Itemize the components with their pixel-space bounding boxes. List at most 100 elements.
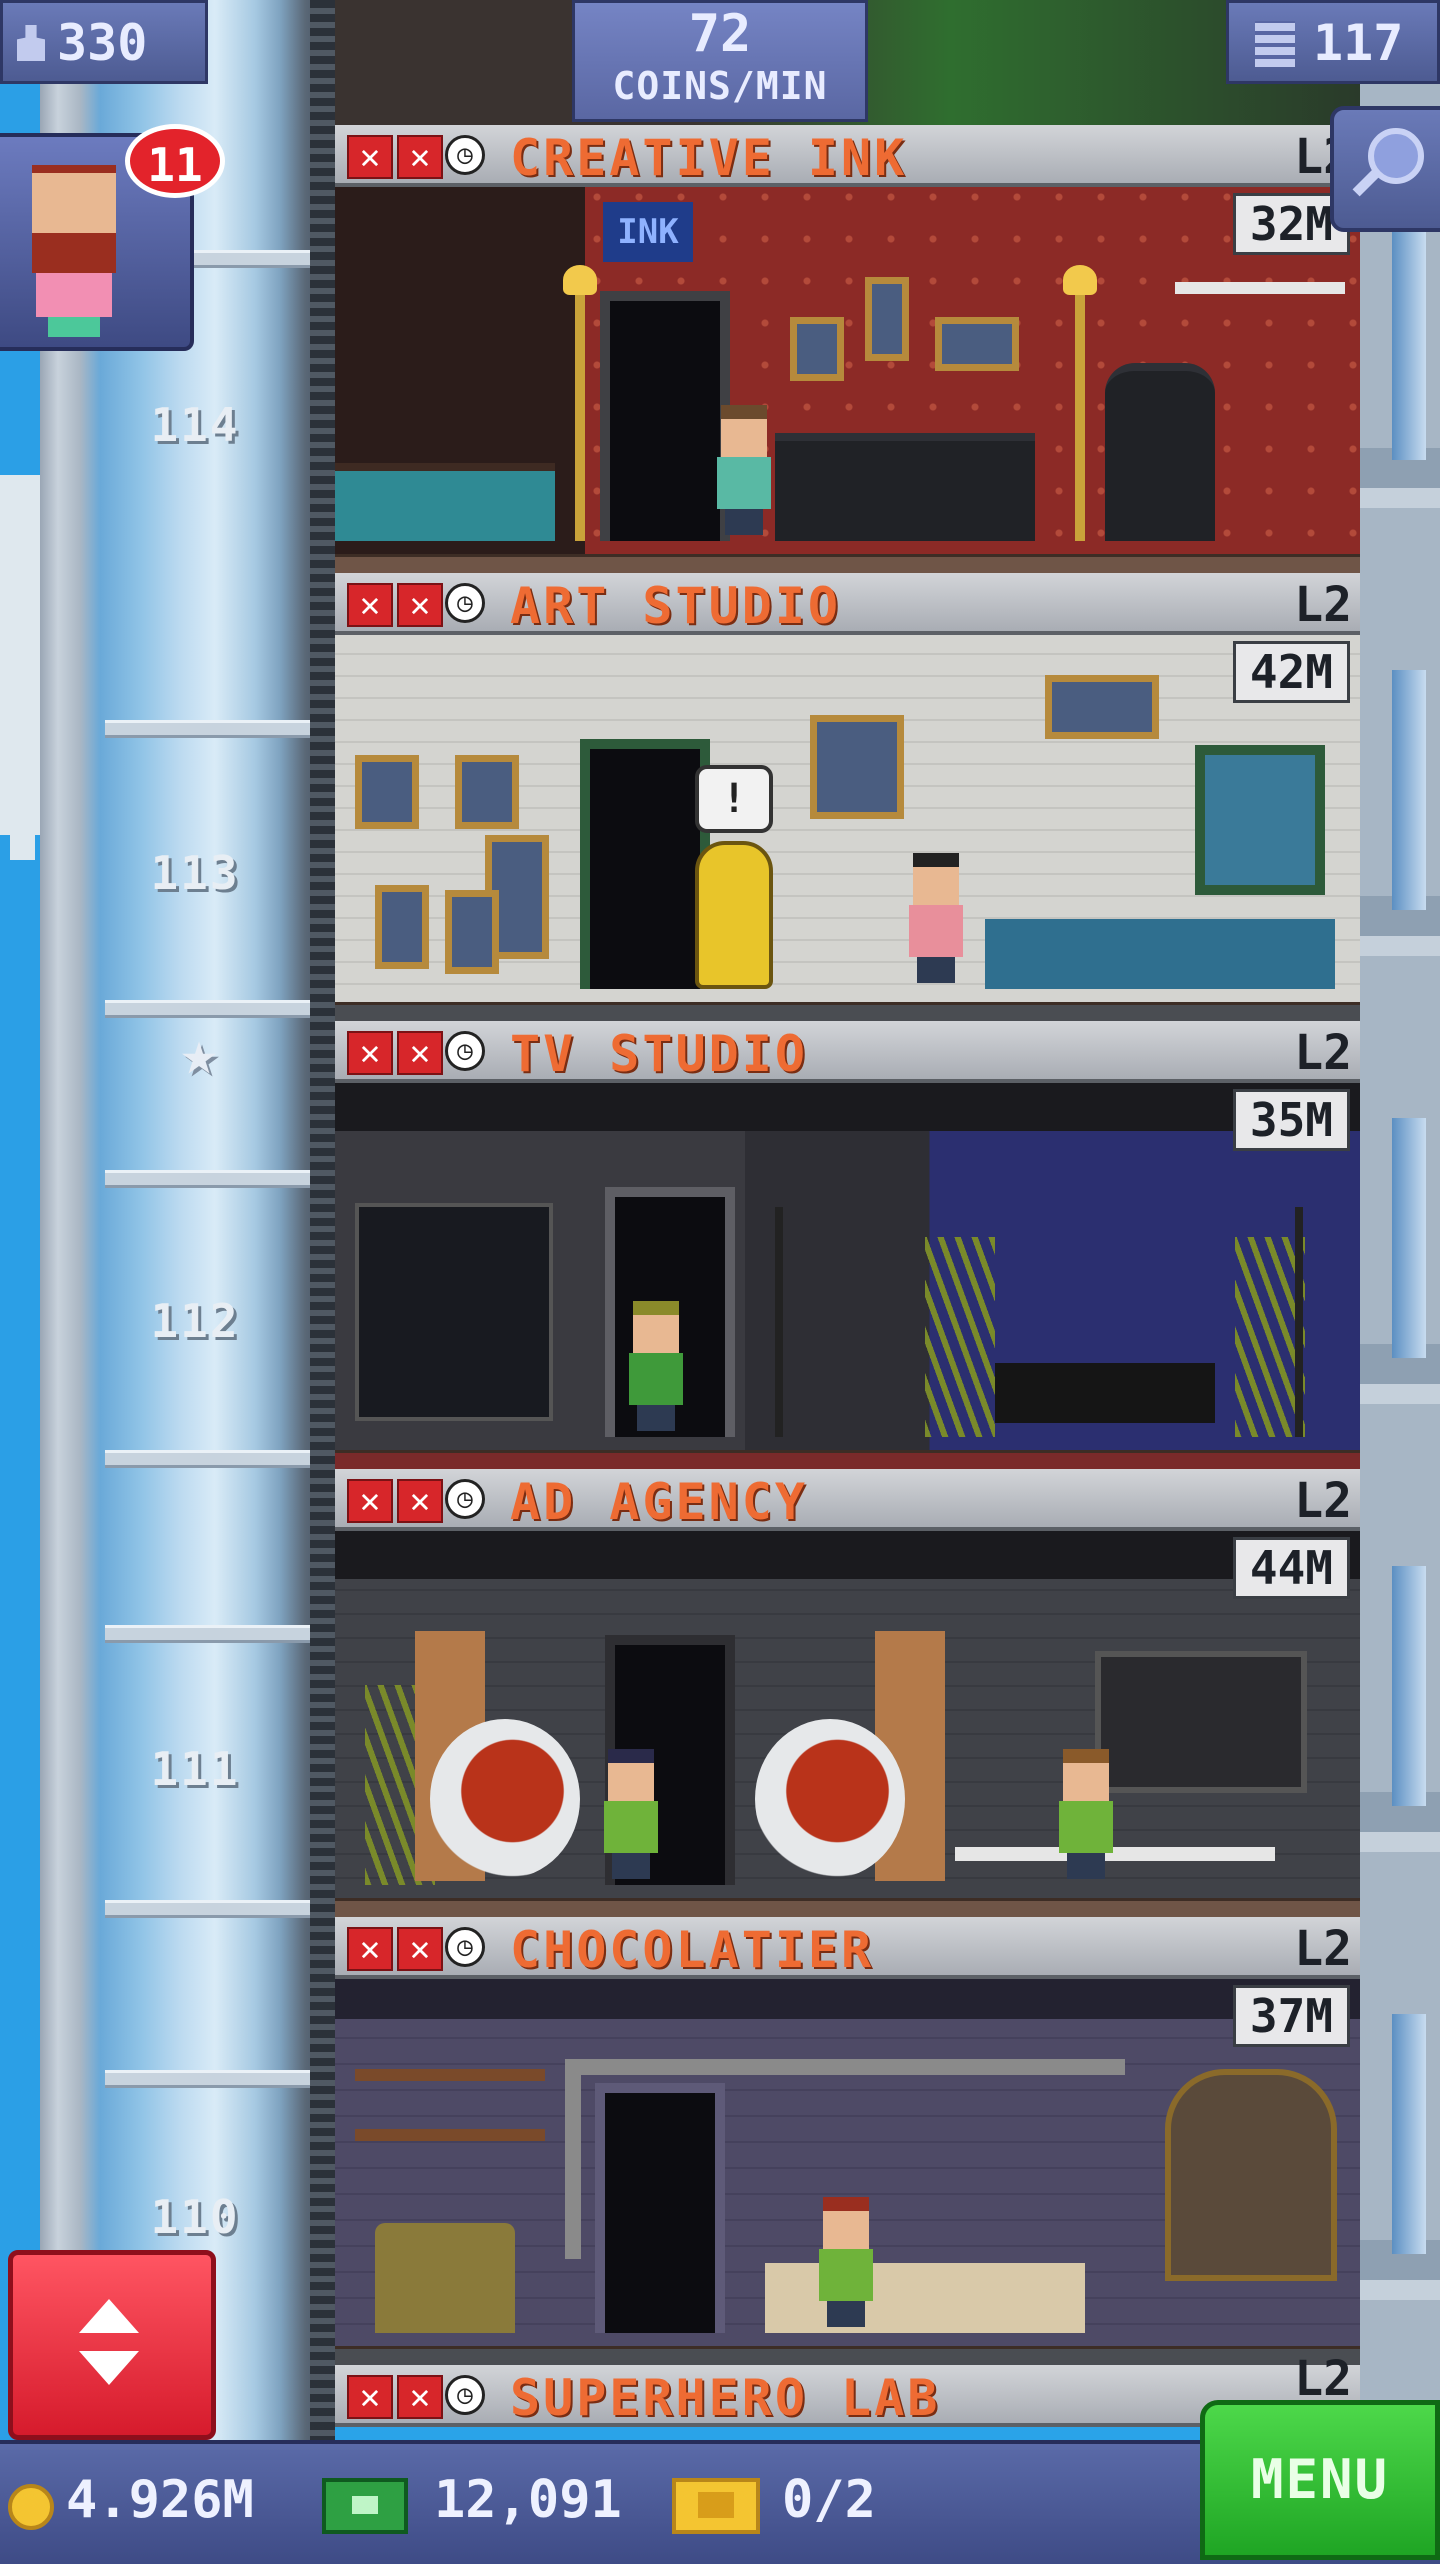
wall-frame: [445, 890, 499, 974]
coins-value[interactable]: 4.926M: [66, 2468, 254, 2532]
shelf: [355, 2069, 545, 2081]
x-icon: ✕: [347, 135, 393, 179]
wall-frame: [375, 885, 429, 969]
egg-chair: [430, 1719, 580, 1879]
floor-level: L2: [1294, 1473, 1352, 1529]
floor-chocolatier[interactable]: ✕ ✕ ◷ CHOCOLATIER L2 37M: [335, 1917, 1360, 2365]
menu-button[interactable]: MENU: [1200, 2400, 1440, 2560]
floors-icon: [1255, 21, 1295, 67]
desk: [955, 1847, 1275, 1861]
room-interior: [335, 1083, 1360, 1453]
shaft-divider: [105, 720, 310, 738]
resident-legs: [1067, 1853, 1105, 1879]
light-stand: [775, 1207, 783, 1437]
floor-tv-studio[interactable]: ✕ ✕ ◷ TV STUDIO L2 35M: [335, 1021, 1360, 1469]
wall-frame: [790, 317, 844, 381]
visitor[interactable]: [695, 841, 773, 989]
clock-icon: ◷: [445, 583, 485, 623]
window: [1195, 745, 1325, 895]
cloud: [0, 475, 40, 835]
floor-number: 112: [150, 1294, 240, 1348]
x-icon: ✕: [397, 1479, 443, 1523]
floor-base: [335, 1450, 1360, 1469]
display-board: [1095, 1651, 1307, 1793]
zoom-button[interactable]: [1330, 106, 1440, 232]
resident[interactable]: [625, 1301, 685, 1431]
window: [1392, 220, 1426, 460]
floor-count-value: 117: [1313, 14, 1404, 72]
floor-base: [335, 1898, 1360, 1917]
resident[interactable]: [905, 853, 965, 983]
resident-body: [629, 1353, 683, 1405]
chair: [1105, 363, 1215, 541]
x-icon: ✕: [397, 135, 443, 179]
floor-header: [335, 573, 1360, 635]
wall-frame: [810, 715, 904, 819]
shaft-divider: [105, 2070, 310, 2088]
x-icon: ✕: [347, 2375, 393, 2419]
floor-number: 113: [150, 846, 240, 900]
desk: [985, 919, 1335, 989]
x-icon: ✕: [397, 2375, 443, 2419]
x-icon: ✕: [397, 1927, 443, 1971]
floor-level: L2: [1294, 1921, 1352, 1977]
wall-frame: [355, 755, 419, 829]
ceiling: [335, 1531, 1360, 1579]
window: [1392, 2014, 1426, 2254]
floor-number: 114: [150, 398, 240, 452]
elevator-arrows-icon: [79, 2299, 139, 2333]
resident-body: [909, 905, 963, 957]
shaft-divider: [105, 1625, 310, 1643]
cloud: [10, 830, 35, 860]
elevator-rail: [310, 0, 335, 2440]
bux-icon: [322, 2478, 408, 2534]
resident-head: [823, 2197, 869, 2249]
elevator-shaft[interactable]: [40, 0, 335, 2440]
pipe: [565, 2059, 1125, 2075]
avatar-legs: [48, 317, 100, 337]
bux-value[interactable]: 12,091: [434, 2468, 622, 2532]
resident-head: [608, 1749, 654, 1801]
room-interior: !: [335, 635, 1360, 1005]
resident[interactable]: [713, 405, 773, 535]
floor-header: [335, 1021, 1360, 1083]
floor-counter[interactable]: 117: [1226, 0, 1440, 84]
door: [580, 739, 710, 989]
ceiling: [335, 1083, 1360, 1131]
wall-frame: [455, 755, 519, 829]
resident-body: [1059, 1801, 1113, 1853]
star-icon[interactable]: ★: [168, 1022, 230, 1084]
studio-set: [995, 1363, 1215, 1423]
shaft-divider: [105, 1450, 310, 1468]
plant: [925, 1237, 995, 1437]
shelf: [1175, 282, 1345, 294]
clock-icon: ◷: [445, 2375, 485, 2415]
floor-art-studio[interactable]: ✕ ✕ ◷ ART STUDIO L2 ! 42M: [335, 573, 1360, 1021]
floor-name: CHOCOLATIER: [510, 1921, 875, 1979]
floor-creative-ink[interactable]: ✕ ✕ ◷ CREATIVE INK L2 INK 32M: [335, 125, 1360, 573]
floor-base: [335, 554, 1360, 573]
floor-name: ART STUDIO: [510, 577, 842, 635]
resident[interactable]: [600, 1749, 660, 1879]
resident-legs: [917, 957, 955, 983]
floor-ad-agency[interactable]: ✕ ✕ ◷ AD AGENCY L2 44M: [335, 1469, 1360, 1917]
window: [1392, 1118, 1426, 1358]
sofa: [775, 433, 1035, 541]
ticket-icon: [672, 2478, 760, 2534]
egg-chair: [755, 1719, 905, 1879]
elevator-button[interactable]: [8, 2250, 216, 2440]
notification-badge[interactable]: 11: [125, 124, 225, 198]
speech-bubble: !: [695, 765, 773, 833]
resident[interactable]: [815, 2197, 875, 2327]
pipe: [565, 2059, 581, 2259]
resident-head: [913, 853, 959, 905]
resident-legs: [725, 509, 763, 535]
room-interior: [335, 1979, 1360, 2349]
floor-level: L2: [1294, 1025, 1352, 1081]
resident[interactable]: [1055, 1749, 1115, 1879]
population-icon: [17, 25, 45, 61]
resident-head: [721, 405, 767, 457]
population-counter[interactable]: 330: [0, 0, 208, 84]
tickets-value[interactable]: 0/2: [782, 2468, 876, 2532]
avatar-shirt: [36, 273, 112, 317]
